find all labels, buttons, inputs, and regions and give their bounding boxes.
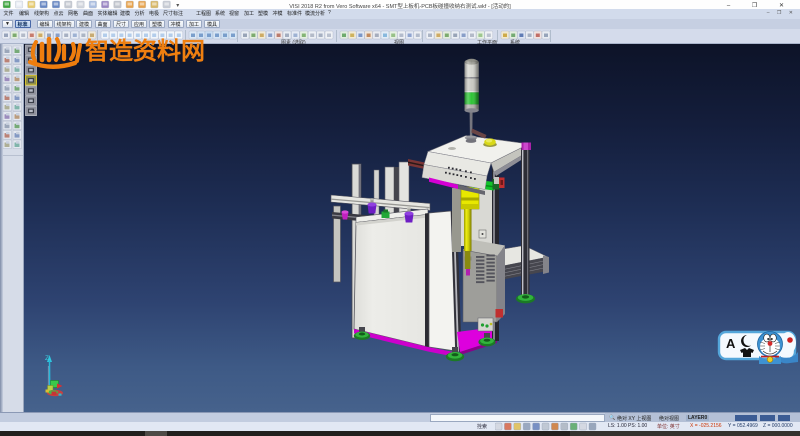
- svg-text:A: A: [726, 336, 736, 351]
